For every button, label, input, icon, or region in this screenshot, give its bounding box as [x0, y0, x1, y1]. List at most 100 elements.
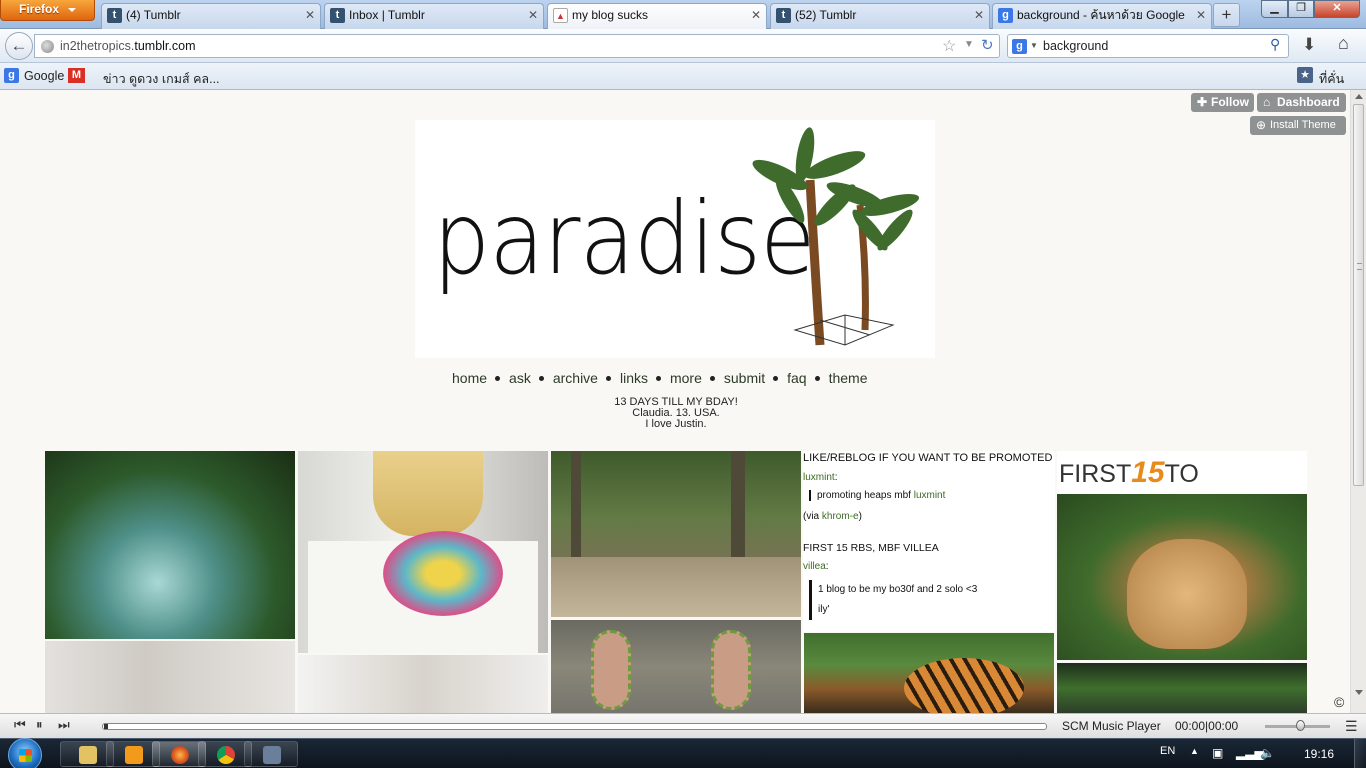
clock[interactable]: 19:16 [1304, 747, 1334, 761]
scroll-up-icon[interactable] [1355, 94, 1363, 99]
minimize-button[interactable]: ▁ [1261, 0, 1288, 18]
firefox-menu-button[interactable]: Firefox [0, 0, 95, 21]
firefox-icon [171, 746, 189, 764]
blog-description: 13 DAYS TILL MY BDAY! Claudia. 13. USA. … [556, 397, 796, 430]
download-icon[interactable]: ⬇ [1302, 35, 1316, 55]
windows-logo-icon [19, 749, 32, 762]
nav-links[interactable]: links [620, 370, 648, 386]
close-tab-icon[interactable]: ✕ [528, 4, 538, 27]
show-hidden-icons-icon[interactable]: ▲ [1190, 746, 1199, 756]
home-icon[interactable]: ⌂ [1338, 33, 1349, 54]
playlist-icon[interactable]: ☰ [1345, 718, 1358, 735]
nav-submit[interactable]: submit [724, 370, 765, 386]
photo-detail [1127, 539, 1247, 649]
tab-tumblr-inbox[interactable]: t Inbox | Tumblr ✕ [324, 3, 544, 29]
bullet-icon [495, 375, 501, 381]
tumblr-icon: t [330, 8, 345, 23]
url-bar[interactable]: in2thetropics.tumblr.com ☆ ▼ ↻ [34, 34, 1000, 58]
nav-archive[interactable]: archive [553, 370, 598, 386]
close-window-button[interactable]: ✕ [1314, 0, 1360, 18]
photo-post-tiger[interactable] [804, 633, 1054, 713]
text-post-promo: LIKE/REBLOG IF YOU WANT TO BE PROMOTED l… [803, 451, 1055, 632]
dashboard-button[interactable]: ⌂ Dashboard [1257, 93, 1346, 112]
nav-ask[interactable]: ask [509, 370, 531, 386]
bookmark-google[interactable]: Google [24, 69, 64, 83]
scroll-down-icon[interactable] [1355, 690, 1363, 695]
device-icon[interactable]: ▣ [1212, 746, 1223, 760]
nav-more[interactable]: more [670, 370, 702, 386]
tab-label: Inbox | Tumblr [349, 8, 425, 22]
promo-title-2: FIRST 15 RBS, MBF VILLEA [803, 542, 939, 554]
seek-bar[interactable] [102, 723, 1047, 730]
taskbar-paint[interactable] [244, 741, 298, 767]
bullet-icon [814, 375, 820, 381]
google-search-engine-icon[interactable]: g [1012, 39, 1027, 54]
firefox-menu-label: Firefox [19, 2, 60, 16]
close-tab-icon[interactable]: ✕ [974, 4, 984, 27]
tab-tumblr-52[interactable]: t (52) Tumblr ✕ [770, 3, 990, 29]
via-user-link[interactable]: khrom-e [822, 511, 859, 522]
previous-track-icon[interactable]: ⏮ [14, 717, 26, 733]
restore-icon: ❐ [1296, 2, 1306, 14]
bookmark-thai-news[interactable]: ข่าว ดูดวง เกมส์ คล... [103, 69, 220, 89]
quote-1: promoting heaps mbf luxmint [809, 490, 945, 501]
install-theme-button[interactable]: ⊕ Install Theme [1250, 116, 1346, 135]
url-domain: tumblr.com [134, 39, 196, 53]
show-desktop-button[interactable] [1354, 739, 1366, 768]
next-track-icon[interactable]: ⏭ [58, 717, 70, 733]
vertical-scrollbar[interactable] [1350, 90, 1366, 713]
maximize-button[interactable]: ❐ [1288, 0, 1314, 18]
search-bar[interactable]: g ▼ background ⚲ [1007, 34, 1289, 58]
photo-post-forest[interactable] [551, 451, 801, 617]
start-button[interactable] [8, 738, 42, 768]
via-prefix: (via [803, 511, 822, 522]
history-dropdown-icon[interactable]: ▼ [964, 39, 974, 50]
bookmarks-menu-icon[interactable]: ★ [1297, 67, 1313, 83]
language-indicator[interactable]: EN [1160, 745, 1175, 757]
copyright-icon[interactable]: © [1334, 694, 1344, 710]
first15-left: FIRST [1059, 460, 1132, 488]
follow-button[interactable]: ✚ Follow [1191, 93, 1254, 112]
close-tab-icon[interactable]: ✕ [751, 4, 761, 27]
pause-icon[interactable]: ⏸ [36, 717, 43, 733]
bullet-icon [655, 375, 661, 381]
nav-home[interactable]: home [452, 370, 487, 386]
photo-post-lion-cub[interactable] [1057, 494, 1307, 660]
volume-icon[interactable]: 🔈 [1260, 746, 1275, 760]
photo-post-window[interactable] [1057, 663, 1307, 713]
tab-my-blog[interactable]: ▲ my blog sucks ✕ [547, 3, 767, 30]
nav-faq[interactable]: faq [787, 370, 806, 386]
reload-icon[interactable]: ↻ [981, 36, 994, 54]
photo-post-lagoon[interactable] [45, 451, 295, 639]
paint-icon [263, 746, 281, 764]
photo-post-blanket[interactable] [45, 641, 295, 713]
photo-post-girl[interactable] [298, 655, 548, 713]
tab-tumblr-1[interactable]: t (4) Tumblr ✕ [101, 3, 321, 29]
photo-post-billabong-shirt[interactable] [298, 451, 548, 653]
seek-knob[interactable] [104, 724, 108, 729]
first15-banner[interactable]: FIRST15TO REBLOG [1057, 451, 1307, 531]
user-link-villea[interactable]: villea [803, 561, 826, 572]
google-icon: g [998, 8, 1013, 23]
close-tab-icon[interactable]: ✕ [1196, 4, 1206, 27]
search-input[interactable]: background [1043, 39, 1108, 53]
user-link-luxmint[interactable]: luxmint [803, 472, 835, 483]
volume-knob[interactable] [1296, 720, 1305, 731]
new-tab-button[interactable]: + [1213, 3, 1240, 27]
url-text[interactable]: in2thetropics.tumblr.com [60, 39, 196, 53]
bookmark-star-icon[interactable]: ☆ [942, 36, 956, 56]
follow-label: Follow [1211, 95, 1249, 109]
search-icon[interactable]: ⚲ [1270, 36, 1280, 53]
google-icon[interactable]: g [4, 68, 19, 83]
scrollbar-thumb[interactable] [1353, 104, 1364, 486]
tab-google-search[interactable]: g background - ค้นหาด้วย Google ✕ [992, 3, 1212, 29]
close-tab-icon[interactable]: ✕ [305, 4, 315, 27]
billabong-logo-icon [383, 531, 503, 616]
photo-post-feet[interactable] [551, 620, 801, 713]
search-engine-dropdown-icon[interactable]: ▼ [1030, 41, 1038, 50]
nav-theme[interactable]: theme [829, 370, 868, 386]
bullet-icon [538, 375, 544, 381]
back-button[interactable]: ← [5, 32, 33, 60]
quote-1-link[interactable]: luxmint [914, 490, 946, 501]
gmail-icon[interactable]: M [68, 68, 85, 83]
